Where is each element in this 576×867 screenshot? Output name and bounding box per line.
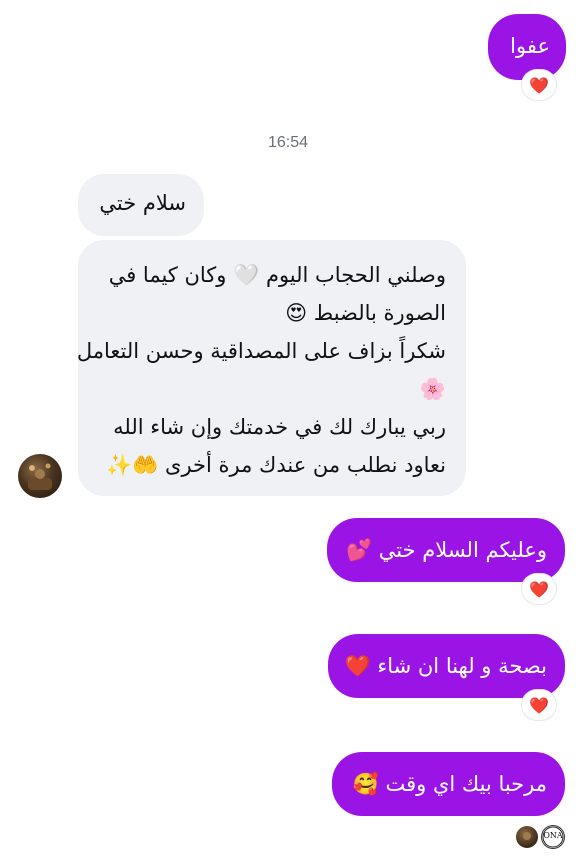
received-message-text: سلام ختي xyxy=(99,191,186,215)
avatar-photo-icon xyxy=(28,463,52,490)
sender-avatar[interactable] xyxy=(18,454,62,498)
avatar-photo-icon xyxy=(523,832,531,840)
seen-avatar-logo: ONA xyxy=(542,826,564,848)
message-line: نعاود نطلب من عندك مرة أخرى 🤲✨ xyxy=(106,453,446,477)
sent-message-text: وعليكم السلام ختي 💕 xyxy=(345,538,547,562)
message-line: وصلني الحجاب اليوم 🤍 وكان كيما في xyxy=(108,263,446,287)
heart-icon: ❤️ xyxy=(529,695,549,715)
logo-text: ONA xyxy=(543,831,563,840)
sent-message-bubble[interactable]: عفوا xyxy=(488,14,566,80)
sent-message-text: مرحبا بيك اي وقت 🥰 xyxy=(352,772,547,796)
heart-reaction[interactable]: ❤️ xyxy=(522,70,556,100)
sent-message-bubble[interactable]: مرحبا بيك اي وقت 🥰 xyxy=(332,752,565,816)
heart-reaction[interactable]: ❤️ xyxy=(522,690,556,720)
sent-message-bubble[interactable]: وعليكم السلام ختي 💕 xyxy=(327,518,565,582)
sent-message-text: بصحة و لهنا ان شاء ❤️ xyxy=(344,654,547,678)
message-line: 🌸 xyxy=(419,377,446,401)
heart-icon: ❤️ xyxy=(529,579,549,599)
message-line: الصورة بالضبط 😍 xyxy=(285,301,446,325)
message-line: ربي يبارك لك في خدمتك وإن شاء الله xyxy=(113,415,446,439)
heart-icon: ❤️ xyxy=(529,75,549,95)
received-long-message-bubble[interactable]: وصلني الحجاب اليوم 🤍 وكان كيما في الصورة… xyxy=(76,240,466,496)
received-message-bubble[interactable]: سلام ختي xyxy=(78,174,204,236)
message-line: شكراً بزاف على المصداقية وحسن التعامل xyxy=(76,339,446,363)
sent-message-text: عفوا xyxy=(510,34,550,58)
seen-avatar xyxy=(516,826,538,848)
sent-message-bubble[interactable]: بصحة و لهنا ان شاء ❤️ xyxy=(328,634,565,698)
message-timestamp: 16:54 xyxy=(267,134,309,151)
heart-reaction[interactable]: ❤️ xyxy=(522,574,556,604)
